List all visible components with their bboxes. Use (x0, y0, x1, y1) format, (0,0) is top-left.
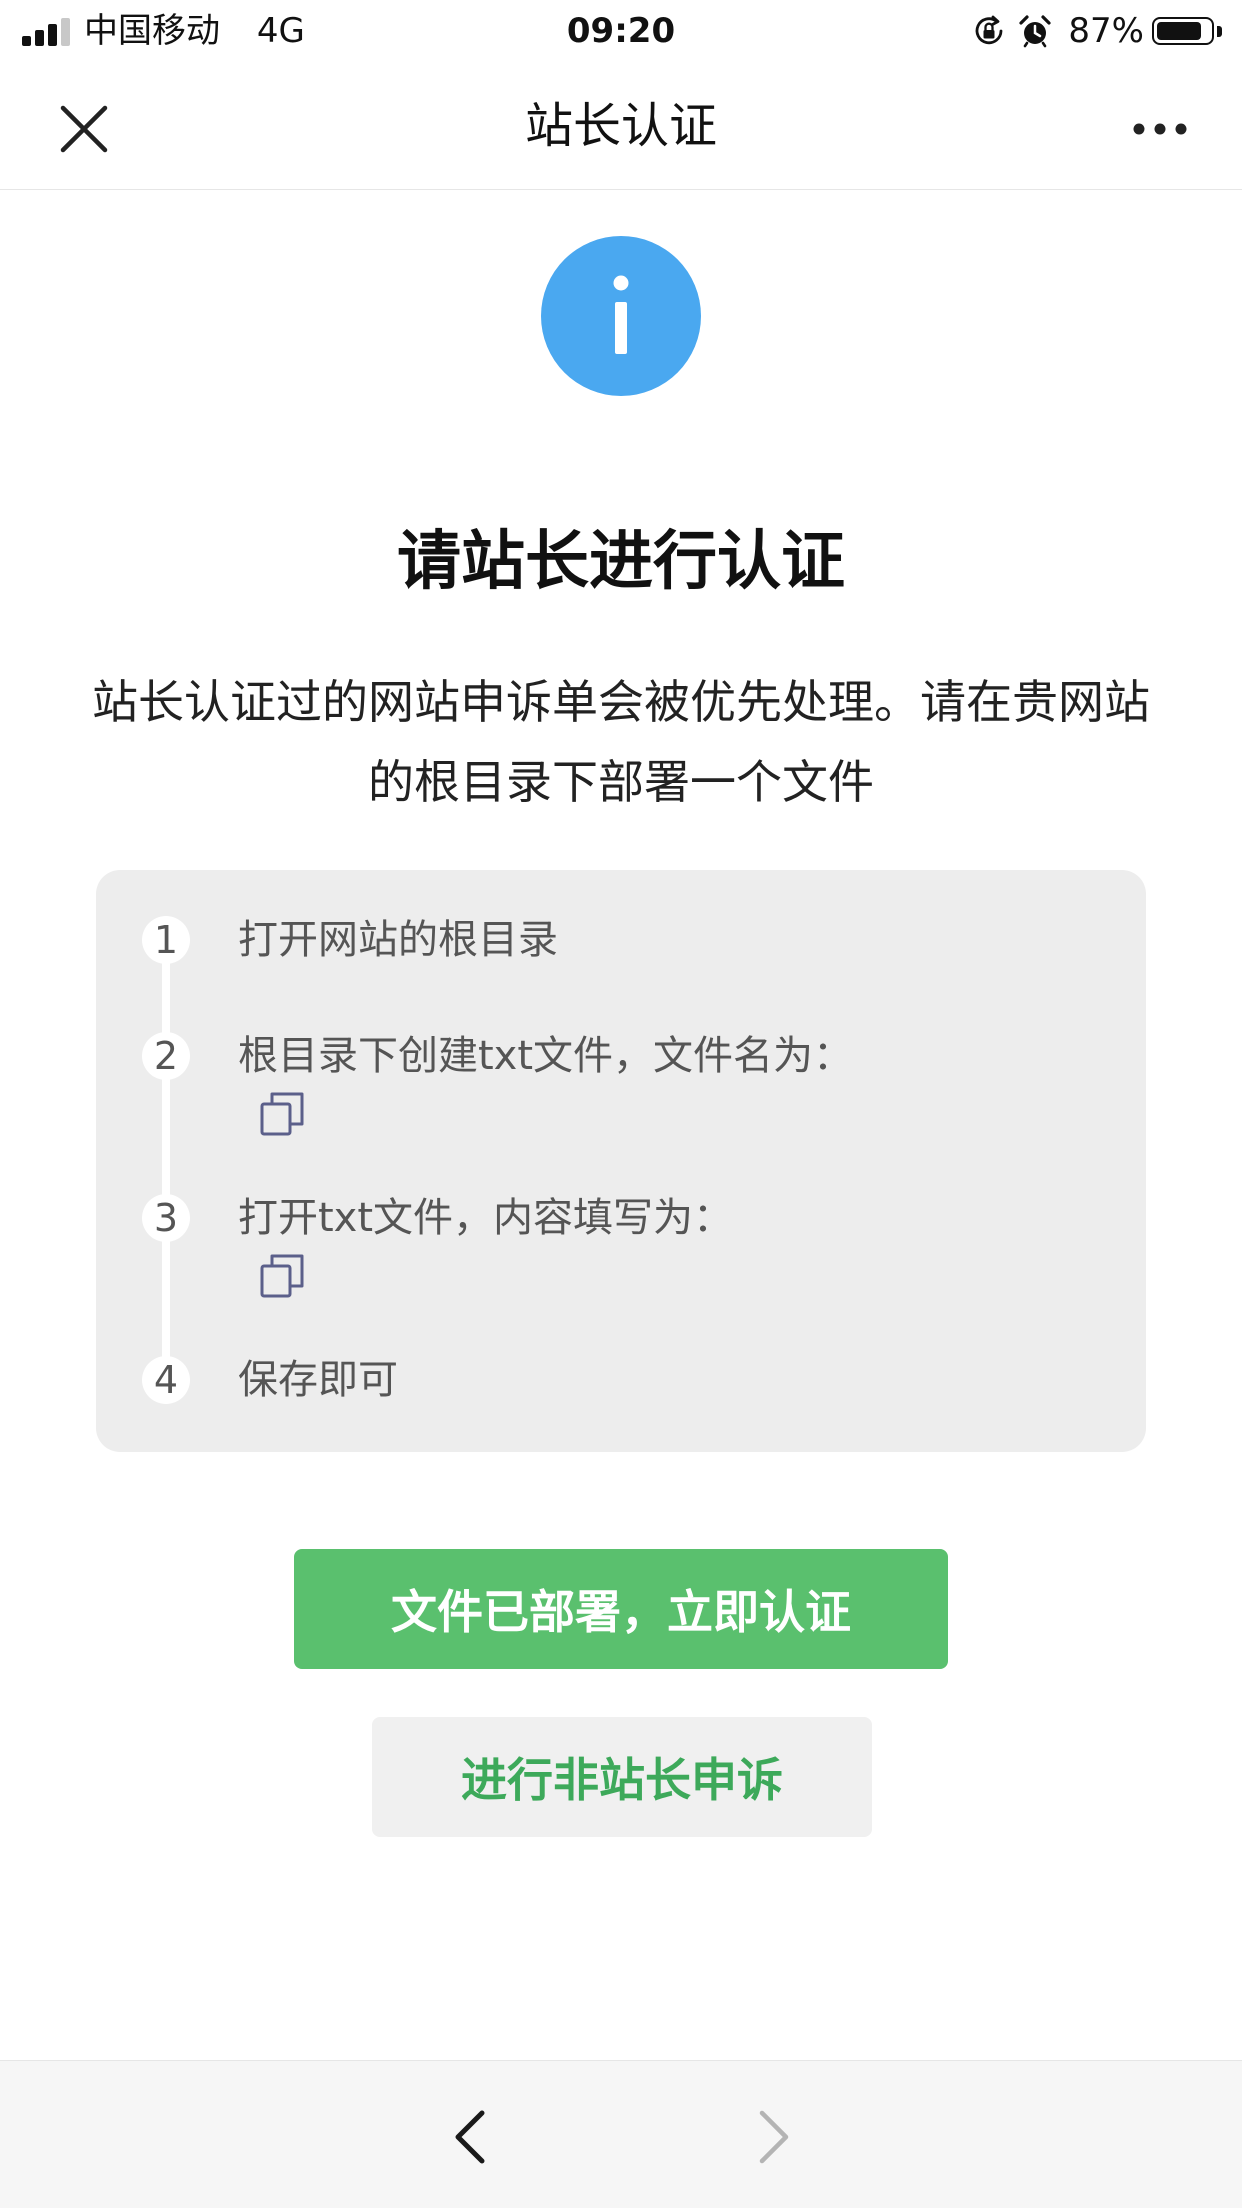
bottom-toolbar (0, 2060, 1242, 2208)
status-right-group: 87% (972, 8, 1222, 54)
battery-icon (1152, 17, 1214, 45)
chevron-right-icon[interactable] (742, 2107, 802, 2167)
step-text-3: 打开txt文件，内容填写为： (238, 1195, 734, 1241)
rotation-lock-icon (976, 15, 1003, 45)
nav-bar: 站长认证 (0, 62, 1242, 190)
step-text-1: 打开网站的根目录 (238, 917, 558, 963)
step-text-2: 根目录下创建txt文件，文件名为： (238, 1033, 854, 1079)
status-bar: 中国移动 4G 09:20 87% (0, 0, 1242, 62)
non-owner-appeal-button[interactable]: 进行非站长申诉 (372, 1717, 872, 1837)
battery-percent: 87% (1068, 11, 1144, 51)
chevron-left-icon[interactable] (442, 2107, 502, 2167)
battery-level (1157, 22, 1201, 40)
alarm-icon (1019, 15, 1052, 48)
info-icon (541, 236, 701, 396)
step-number-4: 4 (142, 1356, 190, 1404)
description-text: 站长认证过的网站申诉单会被优先处理。请在贵网站的根目录下部署一个文件 (92, 675, 1150, 809)
page-title: 站长认证 (524, 98, 717, 154)
more-icon[interactable] (1132, 114, 1188, 144)
step-number-3: 3 (142, 1194, 190, 1242)
step-number-1: 1 (142, 916, 190, 964)
verify-now-button[interactable]: 文件已部署，立即认证 (294, 1549, 948, 1669)
step-text-4: 保存即可 (238, 1357, 398, 1403)
steps-timeline (162, 942, 170, 1376)
copy-icon[interactable] (258, 1090, 306, 1138)
page-heading: 请站长进行认证 (397, 525, 845, 599)
step-number-2: 2 (142, 1032, 190, 1080)
steps-card: 1 打开网站的根目录 2 根目录下创建txt文件，文件名为： 3 打开txt文件… (96, 870, 1146, 1452)
battery-cap (1217, 25, 1222, 37)
copy-icon[interactable] (258, 1252, 306, 1300)
